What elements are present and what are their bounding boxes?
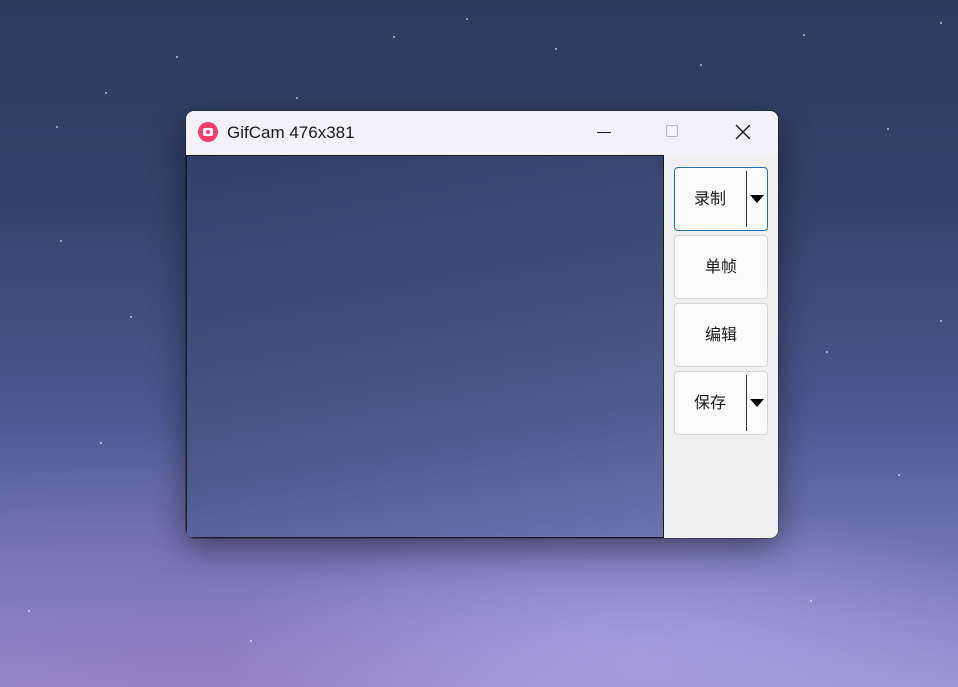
- split-divider: [746, 375, 747, 431]
- save-button[interactable]: 保存: [674, 371, 768, 435]
- maximize-button[interactable]: [639, 111, 705, 155]
- background-star: [898, 474, 900, 476]
- capture-frame[interactable]: [186, 155, 664, 538]
- background-star: [887, 128, 889, 130]
- background-star: [555, 48, 557, 50]
- background-star: [28, 610, 30, 612]
- background-star: [130, 316, 132, 318]
- background-star: [940, 22, 942, 24]
- edit-label: 编辑: [704, 325, 737, 344]
- background-star: [105, 92, 107, 94]
- control-panel: 录制 单帧 编辑 保存: [664, 155, 778, 538]
- background-star: [56, 126, 58, 128]
- background-star: [296, 97, 298, 99]
- record-label: 录制: [693, 189, 726, 208]
- background-star: [466, 18, 468, 20]
- close-button[interactable]: [709, 111, 775, 155]
- maximize-icon: [666, 125, 678, 137]
- camera-lens: [203, 128, 213, 136]
- frame-label: 单帧: [704, 257, 737, 276]
- background-star: [393, 36, 395, 38]
- title-bar[interactable]: GifCam 476x381: [186, 111, 778, 155]
- minimize-button[interactable]: [570, 111, 636, 155]
- background-star: [826, 351, 828, 353]
- edit-button[interactable]: 编辑: [674, 303, 768, 367]
- window-title: GifCam 476x381: [227, 123, 355, 142]
- camera-icon: [198, 122, 218, 142]
- background-star: [250, 640, 252, 642]
- caret-down-icon[interactable]: [750, 399, 764, 407]
- background-star: [60, 240, 62, 242]
- close-icon: [735, 124, 751, 140]
- frame-button[interactable]: 单帧: [674, 235, 768, 299]
- minimize-icon: [597, 132, 611, 133]
- record-button[interactable]: 录制: [674, 167, 768, 231]
- background-star: [940, 320, 942, 322]
- desktop-background: GifCam 476x381 录制 单帧 编辑 保存: [0, 0, 958, 687]
- background-star: [176, 56, 178, 58]
- background-star: [810, 600, 812, 602]
- caret-down-icon[interactable]: [750, 195, 764, 203]
- gifcam-window: GifCam 476x381 录制 单帧 编辑 保存: [186, 111, 778, 538]
- background-star: [803, 34, 805, 36]
- background-star: [100, 442, 102, 444]
- split-divider: [746, 171, 747, 227]
- background-star: [700, 64, 702, 66]
- save-label: 保存: [693, 393, 726, 412]
